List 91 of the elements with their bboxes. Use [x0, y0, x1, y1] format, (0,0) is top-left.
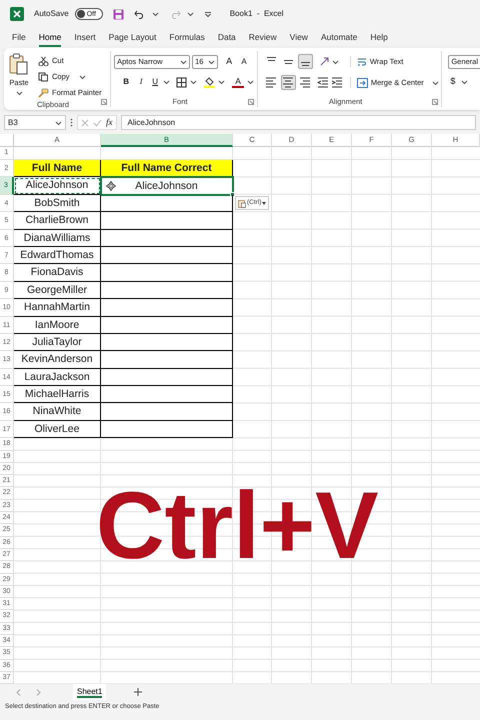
caret-icon[interactable] — [218, 79, 226, 85]
ribbon-tab[interactable]: Page Layout — [108, 29, 156, 47]
table-cell: HannahMartin — [14, 299, 101, 317]
wrap-text-icon — [356, 56, 367, 66]
caret-icon[interactable] — [247, 79, 254, 85]
column-heading: Full Name — [14, 160, 101, 178]
caret-icon[interactable] — [55, 120, 62, 126]
increase-indent-icon[interactable] — [330, 77, 343, 88]
move-cursor-icon — [106, 181, 116, 192]
ribbon-tab[interactable]: Data — [218, 29, 236, 47]
undo-icon[interactable] — [134, 9, 146, 19]
underline-button[interactable]: U — [150, 76, 160, 88]
align-center-icon — [282, 76, 294, 89]
alignment-button[interactable] — [264, 75, 279, 90]
table-cell: BobSmith — [14, 194, 101, 212]
caret-icon[interactable] — [163, 79, 170, 85]
column-heading: Full Name Correct — [101, 160, 233, 178]
table-cell: KevinAnderson — [14, 351, 101, 369]
top-align-icon — [266, 57, 276, 61]
name-box[interactable]: B3 — [4, 115, 66, 130]
alignment-button[interactable] — [280, 75, 296, 90]
table-cell: GeorgeMiller — [14, 282, 101, 300]
increase-font-size-button[interactable]: A — [223, 55, 236, 69]
align-left-icon — [265, 76, 278, 89]
borders-icon[interactable] — [176, 76, 188, 88]
caret-icon[interactable] — [208, 59, 216, 65]
caret-icon[interactable] — [432, 80, 439, 86]
table-cell: OliverLee — [14, 420, 101, 438]
fill-color-icon[interactable] — [204, 76, 216, 88]
font-color-button[interactable]: A — [232, 76, 244, 88]
table-cell: JuliaTaylor — [14, 334, 101, 352]
clipboard-icon — [9, 53, 29, 75]
clipboard-icon — [238, 198, 246, 208]
caret-icon[interactable] — [332, 58, 339, 64]
table-cell: MichaelHarris — [14, 386, 101, 404]
bold-button[interactable]: B — [120, 76, 132, 88]
cancel-icon — [81, 118, 89, 126]
customize-toolbar-icon[interactable] — [204, 10, 212, 18]
orientation-icon[interactable] — [318, 56, 330, 67]
caret-icon[interactable] — [152, 11, 159, 17]
enter-icon — [93, 118, 102, 126]
dialog-launcher-icon[interactable] — [101, 99, 108, 105]
window-title: Book1 - Excel — [230, 8, 284, 20]
caret-icon[interactable] — [78, 74, 86, 80]
table-cell: CharlieBrown — [14, 212, 101, 230]
autosave-label: AutoSave — [34, 8, 69, 20]
table-cell: IanMoore — [14, 316, 101, 334]
ribbon-tab[interactable]: Help — [370, 29, 388, 47]
copy-icon — [38, 72, 49, 82]
ribbon-tab[interactable]: Review — [248, 29, 277, 47]
table-cell: AliceJohnson — [14, 177, 101, 195]
ribbon-tab[interactable]: Formulas — [169, 29, 205, 47]
table-cell: FionaDavis — [14, 264, 101, 282]
alignment-button[interactable] — [298, 75, 313, 90]
caret-icon[interactable] — [461, 78, 468, 85]
dialog-launcher-icon[interactable] — [248, 99, 254, 105]
caret-icon[interactable] — [186, 11, 194, 17]
scissors-icon — [38, 56, 49, 66]
paintbrush-icon — [38, 88, 49, 98]
save-icon[interactable] — [112, 8, 124, 20]
caret-icon[interactable] — [16, 90, 22, 96]
currency-button[interactable]: $ — [448, 75, 458, 88]
ribbon-tab[interactable]: View — [290, 29, 308, 47]
italic-button[interactable]: I — [135, 76, 148, 88]
ribbon-tab[interactable]: Automate — [320, 29, 358, 47]
fill-handle[interactable] — [230, 192, 235, 197]
ribbon-tab[interactable]: File — [12, 29, 26, 47]
dialog-launcher-icon[interactable] — [432, 99, 438, 105]
table-cell-text: AliceJohnson — [135, 179, 198, 194]
caret-icon[interactable] — [190, 79, 198, 85]
formula-input[interactable]: AliceJohnson — [120, 115, 476, 130]
table-cell: LauraJackson — [14, 368, 101, 386]
bottom-align-icon — [300, 62, 310, 66]
overlay-caption: Ctrl+V — [96, 479, 378, 574]
sheet-tab[interactable]: Sheet1 — [73, 684, 106, 700]
caret-icon — [262, 202, 266, 204]
insert-function-button[interactable]: fx — [106, 116, 112, 130]
table-cell: NinaWhite — [14, 403, 101, 421]
merge-cells-icon — [356, 78, 368, 88]
more-options-icon — [70, 118, 73, 127]
alignment-button[interactable] — [298, 54, 313, 69]
table-cell: EdwardThomas — [14, 246, 101, 264]
align-right-icon — [299, 76, 312, 89]
excel-logo-icon — [10, 7, 24, 21]
table-cell: DianaWilliams — [14, 230, 101, 247]
ribbon-tab[interactable]: Insert — [74, 29, 96, 47]
decrease-font-size-button[interactable]: A — [238, 56, 250, 68]
decrease-indent-icon[interactable] — [316, 77, 329, 88]
caret-icon[interactable] — [180, 59, 188, 65]
middle-align-icon — [284, 60, 293, 64]
add-sheet-icon[interactable] — [134, 688, 142, 696]
